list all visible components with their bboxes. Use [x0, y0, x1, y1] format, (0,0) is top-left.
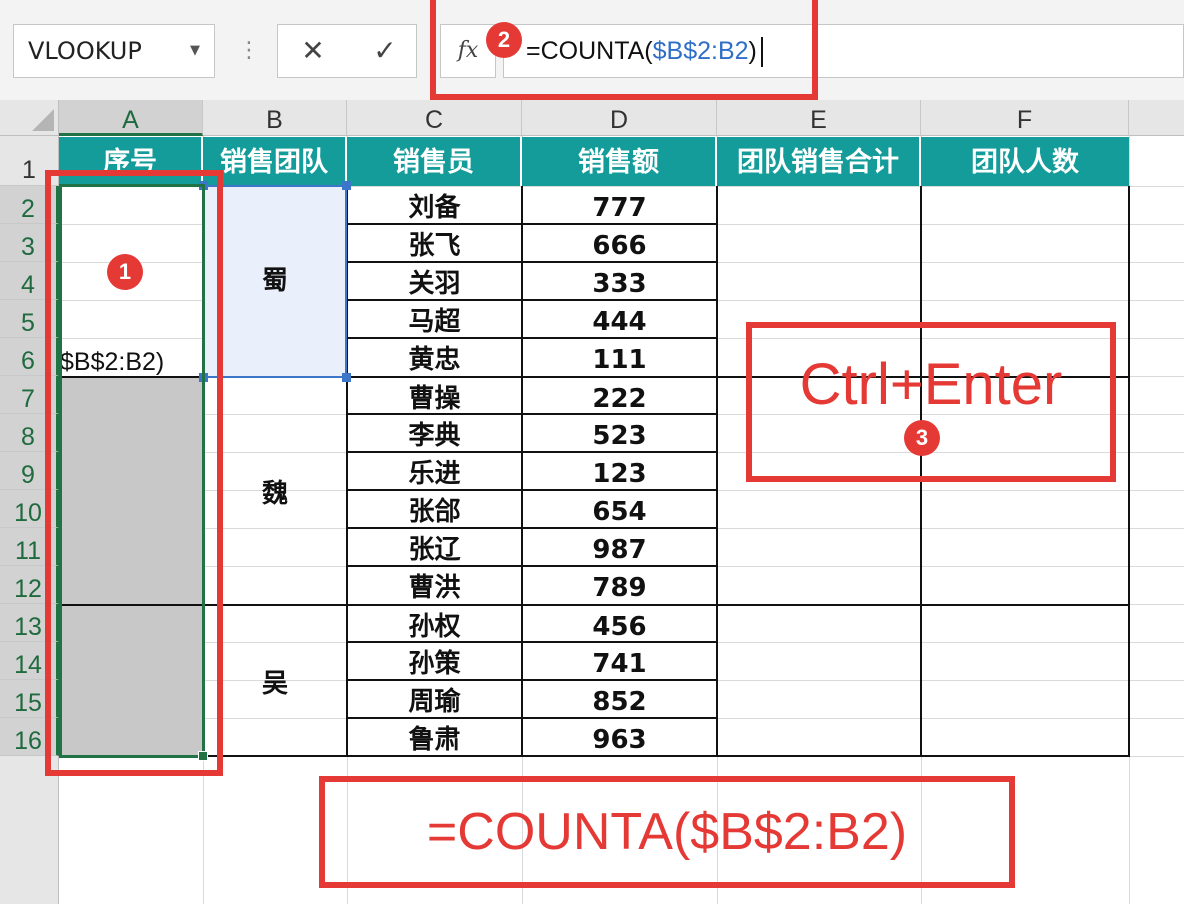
table-cell-name[interactable]: 关羽 — [347, 262, 522, 300]
table-cell-name[interactable]: 马超 — [347, 300, 522, 338]
table-cell-amount[interactable]: 987 — [522, 528, 717, 566]
column-header-d[interactable]: D — [522, 100, 717, 136]
table-cell-amount[interactable]: 852 — [522, 680, 717, 718]
confirm-icon[interactable]: ✓ — [362, 30, 408, 72]
table-cell-name[interactable]: 曹操 — [347, 376, 522, 414]
table-cell-name[interactable]: 李典 — [347, 414, 522, 452]
header-cell-team-count[interactable]: 团队人数 — [921, 137, 1129, 186]
table-cell-amount[interactable]: 123 — [522, 452, 717, 490]
table-cell-name[interactable]: 鲁肃 — [347, 718, 522, 756]
column-header-f[interactable]: F — [921, 100, 1129, 136]
table-cell-amount[interactable]: 523 — [522, 414, 717, 452]
table-cell-name[interactable]: 曹洪 — [347, 566, 522, 604]
header-cell-sales[interactable]: 销售额 — [522, 137, 717, 186]
name-box-value: VLOOKUP — [28, 37, 142, 65]
step-badge-3: 3 — [904, 420, 940, 456]
table-cell-name[interactable]: 黄忠 — [347, 338, 522, 376]
table-cell-amount[interactable]: 111 — [522, 338, 717, 376]
header-cell-salesperson[interactable]: 销售员 — [347, 137, 522, 186]
table-cell-name[interactable]: 乐进 — [347, 452, 522, 490]
step-badge-1: 1 — [107, 254, 143, 290]
formula-callout-label: =COUNTA($B$2:B2) — [426, 803, 908, 861]
select-all-corner[interactable] — [0, 100, 59, 136]
table-cell-amount[interactable]: 777 — [522, 186, 717, 224]
table-cell-amount[interactable]: 456 — [522, 604, 717, 642]
table-cell-name[interactable]: 张辽 — [347, 528, 522, 566]
table-cell-name[interactable]: 张飞 — [347, 224, 522, 262]
column-header-c[interactable]: C — [347, 100, 522, 136]
referenced-range-border — [203, 185, 347, 378]
table-border — [1128, 186, 1130, 757]
step-badge-2: 2 — [486, 22, 522, 58]
table-cell-amount[interactable]: 666 — [522, 224, 717, 262]
table-cell-name[interactable]: 张郃 — [347, 490, 522, 528]
column-header-g[interactable] — [1129, 100, 1184, 136]
header-cell-team[interactable]: 销售团队 — [203, 137, 347, 186]
chevron-down-icon[interactable]: ▼ — [190, 25, 200, 77]
table-cell-name[interactable]: 孙策 — [347, 642, 522, 680]
team-cell-wu[interactable]: 吴 — [204, 606, 346, 756]
row-header-empty — [0, 756, 59, 904]
cancel-icon[interactable]: ✕ — [290, 30, 336, 72]
table-cell-amount[interactable]: 222 — [522, 376, 717, 414]
column-header-b[interactable]: B — [203, 100, 347, 136]
table-cell-amount[interactable]: 444 — [522, 300, 717, 338]
table-cell-amount[interactable]: 789 — [522, 566, 717, 604]
formula-bar-grip-icon: ⋮ — [238, 38, 260, 63]
team-cell-wei[interactable]: 魏 — [204, 378, 346, 604]
table-cell-name[interactable]: 孙权 — [347, 604, 522, 642]
table-cell-amount[interactable]: 333 — [522, 262, 717, 300]
shortcut-label: Ctrl+Enter — [799, 352, 1063, 417]
column-header-a[interactable]: A — [59, 100, 203, 136]
table-cell-amount[interactable]: 741 — [522, 642, 717, 680]
header-cell-team-total[interactable]: 团队销售合计 — [717, 137, 921, 186]
table-cell-amount[interactable]: 963 — [522, 718, 717, 756]
name-box[interactable]: VLOOKUP ▼ — [13, 24, 215, 78]
select-all-icon — [32, 109, 54, 131]
table-cell-name[interactable]: 刘备 — [347, 186, 522, 224]
table-cell-name[interactable]: 周瑜 — [347, 680, 522, 718]
column-header-e[interactable]: E — [717, 100, 921, 136]
table-cell-amount[interactable]: 654 — [522, 490, 717, 528]
